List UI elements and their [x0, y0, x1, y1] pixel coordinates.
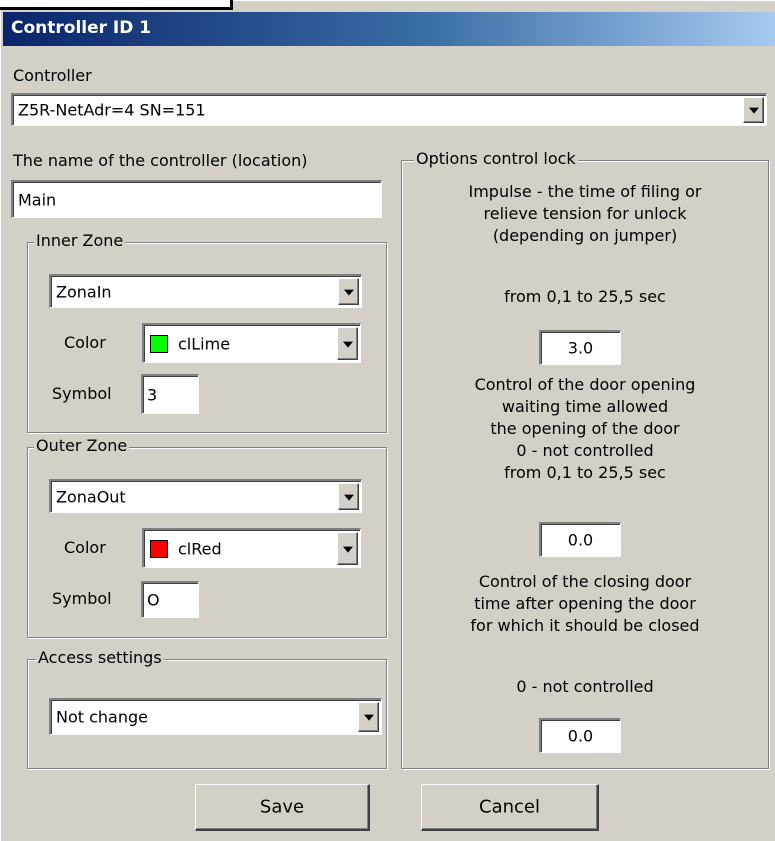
outer-color-dropdown-button[interactable] [337, 532, 358, 565]
outer-color-value: clRed [178, 539, 222, 558]
lock-options-group: Options control lock Impulse - the time … [401, 149, 769, 769]
impulse-desc-line: (depending on jumper) [492, 226, 678, 245]
window-title: Controller ID 1 [11, 18, 152, 38]
access-settings-select[interactable]: Not change [49, 698, 382, 735]
inner-color-label: Color [64, 333, 106, 352]
access-settings-value: Not change [56, 707, 148, 727]
controller-dropdown-button[interactable] [743, 97, 764, 123]
outer-symbol-value: O [147, 590, 160, 610]
outer-color-swatch [150, 539, 168, 558]
chevron-down-icon [342, 341, 353, 348]
opening-desc-line: 0 - not controlled [516, 441, 654, 460]
inner-color-swatch [150, 334, 168, 353]
outer-zone-group: Outer Zone ZonaOut Color clRed Symbol O [27, 436, 387, 638]
impulse-desc-line: Impulse - the time of filing or [468, 182, 702, 201]
inner-zone-select-value: ZonaIn [56, 282, 112, 301]
title-bar[interactable]: Controller ID 1 [3, 12, 775, 46]
closing-desc-line: for which it should be closed [470, 616, 700, 635]
closing-desc-line: time after opening the door [474, 594, 696, 613]
impulse-value: 3.0 [567, 338, 594, 358]
chevron-down-icon [343, 289, 354, 296]
save-button[interactable]: Save [195, 784, 370, 831]
inner-symbol-input[interactable]: 3 [141, 374, 199, 414]
controller-select-value: Z5R-NetAdr=4 SN=151 [18, 100, 206, 120]
impulse-range: from 0,1 to 25,5 sec [504, 287, 666, 306]
impulse-desc-line: relieve tension for unlock [483, 204, 687, 223]
opening-desc-line: from 0,1 to 25,5 sec [504, 463, 666, 482]
controller-select[interactable]: Z5R-NetAdr=4 SN=151 [11, 93, 767, 126]
controller-name-input[interactable]: Main [11, 180, 382, 218]
inner-symbol-label: Symbol [52, 384, 112, 403]
impulse-description: Impulse - the time of filing or relieve … [402, 181, 768, 247]
outer-zone-dropdown-button[interactable] [338, 483, 359, 510]
closing-desc-line: Control of the closing door [478, 572, 692, 591]
outer-color-select[interactable]: clRed [142, 528, 361, 568]
top-tab-decoration [0, 0, 233, 10]
access-settings-title: Access settings [36, 648, 164, 667]
cancel-button-label: Cancel [479, 796, 540, 818]
chevron-down-icon [342, 546, 353, 553]
access-settings-group: Access settings Not change [27, 648, 387, 769]
chevron-down-icon [363, 714, 374, 721]
opening-description: Control of the door opening waiting time… [402, 374, 768, 484]
outer-zone-select-value: ZonaOut [56, 487, 126, 506]
inner-symbol-value: 3 [147, 385, 158, 404]
closing-description: Control of the closing door time after o… [402, 571, 768, 637]
opening-input[interactable]: 0.0 [539, 522, 621, 557]
outer-symbol-label: Symbol [52, 589, 112, 608]
inner-color-dropdown-button[interactable] [337, 327, 358, 360]
inner-zone-dropdown-button[interactable] [338, 278, 359, 305]
controller-name-label: The name of the controller (location) [13, 151, 308, 170]
outer-symbol-input[interactable]: O [141, 581, 199, 618]
chevron-down-icon [748, 107, 759, 114]
inner-color-select[interactable]: clLime [142, 323, 361, 363]
access-settings-dropdown-button[interactable] [358, 702, 379, 732]
outer-zone-select[interactable]: ZonaOut [49, 479, 362, 513]
cancel-button[interactable]: Cancel [421, 784, 599, 831]
chevron-down-icon [343, 494, 354, 501]
closing-input[interactable]: 0.0 [539, 718, 621, 753]
lock-options-title: Options control lock [414, 149, 578, 168]
save-button-label: Save [259, 796, 305, 818]
opening-desc-line: Control of the door opening [474, 375, 696, 394]
controller-label: Controller [13, 66, 92, 85]
opening-value: 0.0 [567, 530, 594, 550]
inner-color-value: clLime [178, 334, 231, 353]
closing-value: 0.0 [567, 726, 594, 746]
inner-zone-title: Inner Zone [34, 231, 126, 250]
outer-color-label: Color [64, 538, 106, 557]
closing-note: 0 - not controlled [516, 677, 654, 696]
inner-zone-select[interactable]: ZonaIn [49, 274, 362, 308]
outer-zone-title: Outer Zone [34, 436, 130, 455]
inner-zone-group: Inner Zone ZonaIn Color clLime Symbol 3 [27, 231, 387, 433]
controller-name-value: Main [18, 190, 57, 209]
opening-desc-line: the opening of the door [490, 419, 680, 438]
impulse-input[interactable]: 3.0 [539, 330, 621, 365]
opening-desc-line: waiting time allowed [501, 397, 669, 416]
